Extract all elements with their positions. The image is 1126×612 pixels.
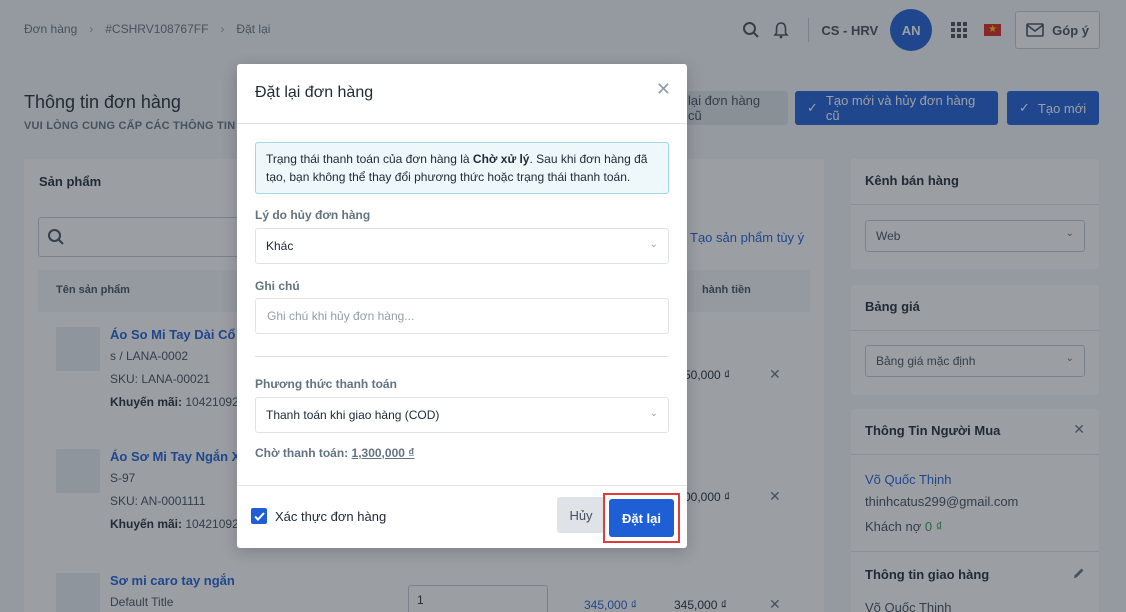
payment-method-label: Phương thức thanh toán — [255, 377, 397, 391]
note-input[interactable] — [255, 298, 669, 334]
cancel-reason-select[interactable]: Khác ⌄ — [255, 228, 669, 264]
payment-method-value: Thanh toán khi giao hàng (COD) — [266, 408, 440, 422]
payment-method-select[interactable]: Thanh toán khi giao hàng (COD) ⌄ — [255, 397, 669, 433]
cancel-reason-value: Khác — [266, 239, 294, 253]
divider — [237, 123, 687, 124]
info-prefix: Trạng thái thanh toán của đơn hàng là — [266, 152, 473, 166]
reset-button[interactable]: Đặt lại — [609, 499, 674, 537]
pending-payment: Chờ thanh toán: 1,300,000 ₫ — [255, 446, 414, 460]
divider — [255, 356, 669, 357]
cancel-button[interactable]: Hủy — [557, 497, 605, 533]
chevron-down-icon: ⌄ — [649, 239, 658, 250]
close-icon[interactable]: ✕ — [656, 80, 671, 98]
reset-button-highlight: Đặt lại — [603, 493, 680, 543]
chevron-down-icon: ⌄ — [649, 408, 658, 419]
verify-order-label: Xác thực đơn hàng — [275, 508, 387, 524]
modal-title: Đặt lại đơn hàng — [255, 84, 374, 101]
note-label: Ghi chú — [255, 279, 300, 293]
info-status: Chờ xử lý — [472, 152, 530, 166]
checkbox-checked-icon[interactable] — [251, 508, 267, 524]
pending-value: 1,300,000 ₫ — [351, 446, 415, 460]
pending-label: Chờ thanh toán: — [255, 446, 349, 460]
divider — [237, 485, 687, 486]
payment-status-info: Trạng thái thanh toán của đơn hàng là Ch… — [255, 142, 669, 194]
verify-order-checkbox[interactable]: Xác thực đơn hàng — [251, 508, 386, 524]
cancel-reason-label: Lý do hủy đơn hàng — [255, 208, 371, 222]
reorder-modal: Đặt lại đơn hàng ✕ Trạng thái thanh toán… — [237, 64, 687, 548]
